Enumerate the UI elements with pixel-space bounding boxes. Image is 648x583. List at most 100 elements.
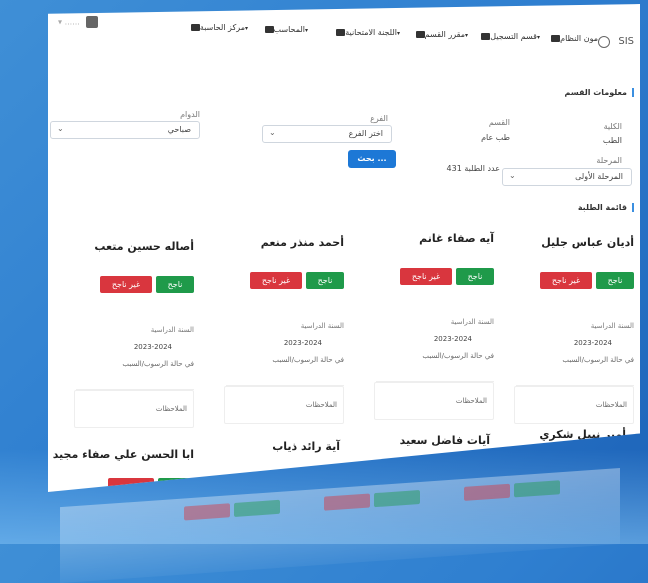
notes-label: الملاحظات (595, 401, 627, 409)
student-name: آيه صفاء غانم (419, 232, 494, 245)
fail-label: غير ناجح (111, 280, 141, 289)
year-label: السنة الدراسية (300, 322, 344, 330)
id-card-icon (481, 33, 491, 40)
credit-card-icon (336, 29, 346, 36)
college-value: الطب (602, 136, 622, 145)
app-window: ▾ ...... SIS مون النظام قسم التسجيل▾ مقر… (48, 4, 640, 492)
nav-label: مقرر القسم (424, 30, 465, 39)
pass-label: ناجح (317, 276, 333, 285)
fail-reason-input[interactable] (516, 371, 634, 386)
student-card: أصاله حسين متعب ناجح غير ناجح السنة الدر… (74, 240, 194, 430)
year-value: 2023-2024 (573, 339, 612, 347)
year-value: 2023-2024 (133, 343, 172, 351)
user-name: ...... (64, 17, 80, 27)
nav-label: اللجنة الامتحانية (345, 28, 397, 37)
notes-label: الملاحظات (305, 401, 337, 409)
student-name: ابا الحسن علي صفاء مجيد (52, 448, 194, 461)
notes-input[interactable]: الملاحظات (74, 390, 194, 428)
branch-select[interactable]: اختر الفرع ⌄ (262, 125, 392, 143)
nav-item-dept-head[interactable]: مقرر القسم▾ (414, 30, 470, 39)
reflection-mark (514, 480, 560, 498)
nav-label: مركز الحاسبة (199, 23, 245, 32)
reflection-mark (464, 483, 510, 501)
stage-label: المرحلة (596, 156, 622, 165)
pass-button[interactable]: ناجح (456, 268, 494, 285)
nav-item-computer-center[interactable]: مركز الحاسبة▾ (189, 23, 250, 32)
pass-button[interactable]: ناجح (306, 272, 344, 289)
search-button-label: بحث ... (357, 154, 387, 163)
year-value: 2023-2024 (283, 339, 322, 347)
shift-label: الدوام (180, 110, 200, 119)
chevron-down-icon: ⌄ (509, 171, 516, 180)
student-name: أصاله حسين متعب (94, 240, 194, 253)
student-card: آيه صفاء غانم ناجح غير ناجح السنة الدراس… (374, 232, 494, 422)
dept-value: طب عام (481, 133, 510, 142)
bookmark-icon (551, 35, 561, 42)
notes-input[interactable]: الملاحظات (514, 386, 634, 424)
fail-button[interactable]: غير ناجح (400, 268, 452, 285)
student-name: أديان عباس جليل (541, 236, 634, 249)
avatar-icon (86, 16, 99, 28)
year-label: السنة الدراسية (590, 322, 634, 330)
nav-item-system[interactable]: مون النظام (549, 34, 598, 43)
chevron-down-icon: ▾ (464, 32, 468, 39)
pass-button[interactable]: ناجح (156, 276, 194, 293)
fail-label: غير ناجح (551, 276, 581, 285)
nav-label: المحاسب (273, 25, 305, 34)
card-icon (415, 31, 425, 38)
student-card: أديان عباس جليل ناجح غير ناجح السنة الدر… (514, 236, 634, 426)
shift-select-value: صباحي (167, 125, 191, 134)
notes-input[interactable]: الملاحظات (374, 382, 494, 420)
search-button[interactable]: بحث ... (348, 150, 396, 168)
nav-item-accountant[interactable]: المحاسب▾ (263, 25, 310, 34)
money-icon (264, 26, 274, 33)
stage-select[interactable]: المرحلة الأولى ⌄ (502, 168, 632, 186)
fail-button[interactable]: غير ناجح (540, 272, 592, 289)
notes-label: الملاحظات (455, 397, 487, 405)
fail-reason-input[interactable] (376, 367, 494, 382)
fail-button[interactable]: غير ناجح (100, 276, 152, 293)
fail-label: غير ناجح (411, 272, 441, 281)
reflection-mark (374, 489, 420, 508)
notes-input[interactable]: الملاحظات (224, 386, 344, 424)
nav-item-registration[interactable]: قسم التسجيل▾ (479, 32, 542, 41)
chevron-down-icon: ⌄ (57, 124, 64, 133)
fail-reason-label: في حالة الرسوب/السبب (562, 356, 634, 364)
fail-reason-input[interactable] (226, 371, 344, 386)
branch-select-value: اختر الفرع (348, 129, 383, 138)
chevron-down-icon: ▾ (58, 17, 63, 27)
stage-select-value: المرحلة الأولى (575, 172, 623, 181)
nav-label: مون النظام (560, 34, 598, 43)
year-label: السنة الدراسية (450, 318, 494, 326)
notes-label: الملاحظات (155, 405, 187, 413)
pass-button[interactable]: ناجح (596, 272, 634, 289)
student-name: آية رائد ذياب (272, 440, 340, 453)
student-name: آيات فاضل سعيد (399, 434, 490, 447)
fail-reason-label: في حالة الرسوب/السبب (122, 360, 194, 368)
reflection-mark (234, 499, 280, 517)
chevron-down-icon: ▾ (536, 34, 540, 41)
fail-reason-input[interactable] (76, 375, 194, 390)
student-name: أحمد منذر منعم (260, 236, 344, 249)
branch-label: الفرع (370, 114, 388, 123)
student-card: أحمد منذر منعم ناجح غير ناجح السنة الدرا… (224, 236, 344, 426)
fail-button[interactable]: غير ناجح (250, 272, 302, 289)
student-count: عدد الطلبة 431 (446, 164, 500, 173)
dept-label: القسم (488, 118, 510, 127)
year-label: السنة الدراسية (150, 326, 194, 334)
pass-label: ناجح (167, 280, 183, 289)
user-menu[interactable]: ▾ ...... (58, 16, 99, 28)
fail-label: غير ناجح (261, 276, 291, 285)
year-value: 2023-2024 (433, 335, 472, 343)
bus-icon (190, 24, 200, 31)
college-label: الكلية (603, 122, 622, 131)
reflection-mark (184, 503, 230, 521)
shift-select[interactable]: صباحي ⌄ (50, 121, 200, 139)
nav-label: قسم التسجيل (490, 32, 537, 41)
chevron-down-icon: ▾ (244, 25, 248, 32)
chevron-down-icon: ⌄ (269, 128, 276, 137)
nav-item-exam-committee[interactable]: اللجنة الامتحانية▾ (334, 28, 402, 37)
reflection-mark (324, 493, 370, 511)
pass-label: ناجح (607, 276, 623, 285)
chevron-down-icon: ▾ (396, 30, 400, 37)
